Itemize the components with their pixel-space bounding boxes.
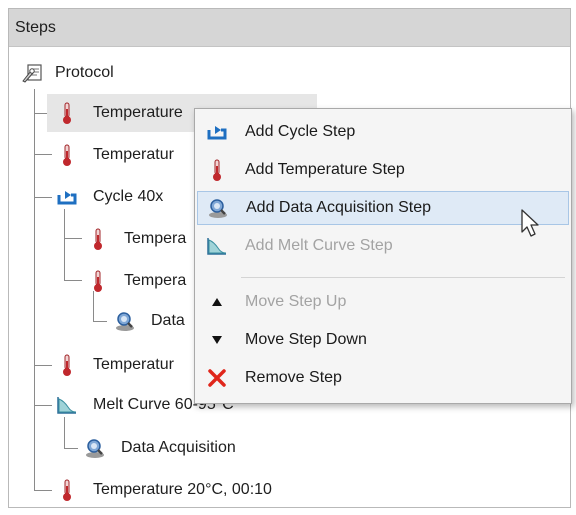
- cycle-icon: [197, 122, 237, 142]
- menu-item-move-step-up[interactable]: Move Step Up: [197, 285, 569, 319]
- tree-node-label: Temperatur: [93, 146, 174, 163]
- tree-node-label: Tempera: [124, 230, 187, 247]
- thermometer-icon: [55, 101, 79, 125]
- tree-node-data-acquisition-2[interactable]: Data Acquisition: [83, 432, 236, 464]
- thermometer-icon: [55, 478, 79, 502]
- menu-item-label: Move Step Down: [245, 331, 367, 348]
- menu-item-label: Add Melt Curve Step: [245, 237, 393, 254]
- thermometer-icon: [197, 158, 237, 182]
- thermometer-icon: [86, 227, 110, 251]
- context-menu: Add Cycle Step Add Temperature Step Add …: [194, 108, 572, 404]
- menu-item-label: Add Temperature Step: [245, 161, 405, 178]
- thermometer-icon: [86, 269, 110, 293]
- melt-curve-icon: [197, 236, 237, 256]
- menu-item-label: Move Step Up: [245, 293, 347, 310]
- menu-item-remove-step[interactable]: Remove Step: [197, 361, 569, 395]
- tree-node-label: Protocol: [55, 64, 114, 81]
- menu-separator: [241, 277, 565, 278]
- triangle-down-icon: [197, 335, 237, 345]
- menu-item-label: Add Data Acquisition Step: [246, 199, 432, 216]
- menu-item-add-temperature-step[interactable]: Add Temperature Step: [197, 153, 569, 187]
- tree-node-temperature-5[interactable]: Temperatur: [55, 349, 174, 381]
- tree-node-label: Temperature: [93, 104, 183, 121]
- menu-item-add-data-acquisition-step[interactable]: Add Data Acquisition Step: [197, 191, 569, 225]
- menu-item-add-melt-curve-step[interactable]: Add Melt Curve Step: [197, 229, 569, 263]
- tree-node-temperature-1[interactable]: Temperature: [55, 97, 183, 129]
- cycle-icon: [55, 185, 79, 209]
- tree-node-temperature-3[interactable]: Tempera: [86, 223, 186, 255]
- tree-node-protocol[interactable]: Protocol: [21, 57, 114, 89]
- tree-node-label: Cycle 40x: [93, 188, 164, 205]
- tree-node-temperature-2[interactable]: Temperatur: [55, 139, 174, 171]
- red-x-icon: [197, 369, 237, 387]
- triangle-up-icon: [197, 297, 237, 307]
- menu-item-add-cycle-step[interactable]: Add Cycle Step: [197, 115, 569, 149]
- tree-node-data-acquisition-1[interactable]: Data: [113, 305, 185, 337]
- protocol-icon: [21, 61, 45, 85]
- data-acquisition-icon: [198, 197, 238, 219]
- tree-node-temperature-6[interactable]: Temperature 20°C, 00:10: [55, 474, 272, 506]
- data-acquisition-icon: [113, 309, 137, 333]
- tree-node-temperature-4[interactable]: Tempera: [86, 265, 186, 297]
- mouse-cursor-icon: [520, 208, 542, 243]
- menu-item-label: Add Cycle Step: [245, 123, 356, 140]
- data-acquisition-icon: [83, 436, 107, 460]
- thermometer-icon: [55, 353, 79, 377]
- melt-curve-icon: [55, 393, 79, 417]
- tree-node-label: Temperatur: [93, 356, 174, 373]
- tree-node-label: Data: [151, 312, 185, 329]
- menu-item-move-step-down[interactable]: Move Step Down: [197, 323, 569, 357]
- menu-item-label: Remove Step: [245, 369, 342, 386]
- thermometer-icon: [55, 143, 79, 167]
- tree-node-cycle[interactable]: Cycle 40x: [55, 181, 163, 213]
- panel-header: Steps: [9, 9, 570, 47]
- tree-node-label: Temperature 20°C, 00:10: [93, 481, 272, 498]
- tree-node-label: Data Acquisition: [121, 439, 236, 456]
- tree-node-label: Tempera: [124, 272, 187, 289]
